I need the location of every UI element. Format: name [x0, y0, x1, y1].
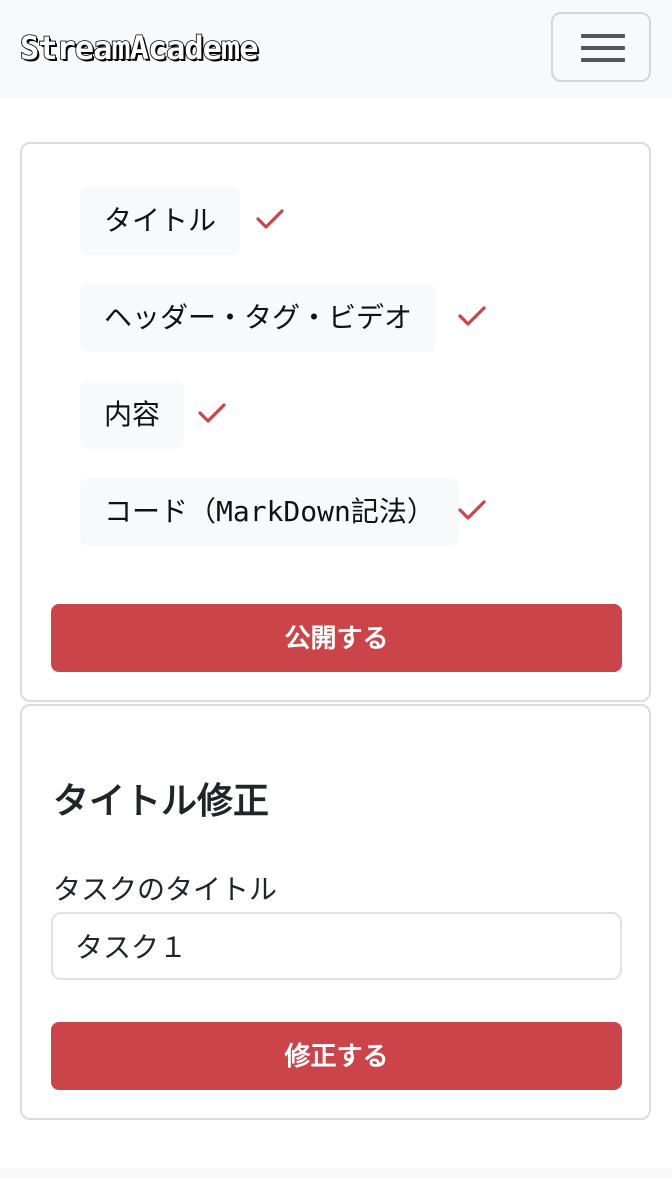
- navbar: StreamAcademe: [0, 0, 672, 98]
- checkmark-icon: [256, 209, 284, 229]
- publish-steps-card: タイトル ヘッダー・タグ・ビデオ 内容 コード（MarkDown記法） 公開する: [20, 142, 651, 702]
- navbar-toggler-button[interactable]: [551, 12, 651, 82]
- step-content: 内容: [80, 381, 185, 449]
- task-title-input[interactable]: [51, 912, 622, 980]
- hamburger-menu-icon: [581, 34, 625, 38]
- publish-button[interactable]: 公開する: [51, 604, 622, 672]
- card-title: タイトル修正: [53, 781, 270, 822]
- checkmark-icon: [458, 306, 486, 326]
- task-title-label: タスクのタイトル: [53, 873, 278, 906]
- step-title: タイトル: [80, 187, 241, 255]
- update-button[interactable]: 修正する: [51, 1022, 622, 1090]
- footer-strip: [0, 1168, 672, 1178]
- step-header-tag-video: ヘッダー・タグ・ビデオ: [80, 284, 437, 352]
- hamburger-menu-icon-bar: [581, 58, 625, 62]
- checkmark-icon: [198, 403, 226, 423]
- title-edit-card: タイトル修正 タスクのタイトル 修正する: [20, 704, 651, 1120]
- hamburger-menu-icon-bar: [581, 46, 625, 50]
- checkmark-icon: [458, 500, 486, 520]
- brand-logo[interactable]: StreamAcademe: [19, 26, 259, 70]
- step-code-markdown: コード（MarkDown記法）: [80, 478, 459, 546]
